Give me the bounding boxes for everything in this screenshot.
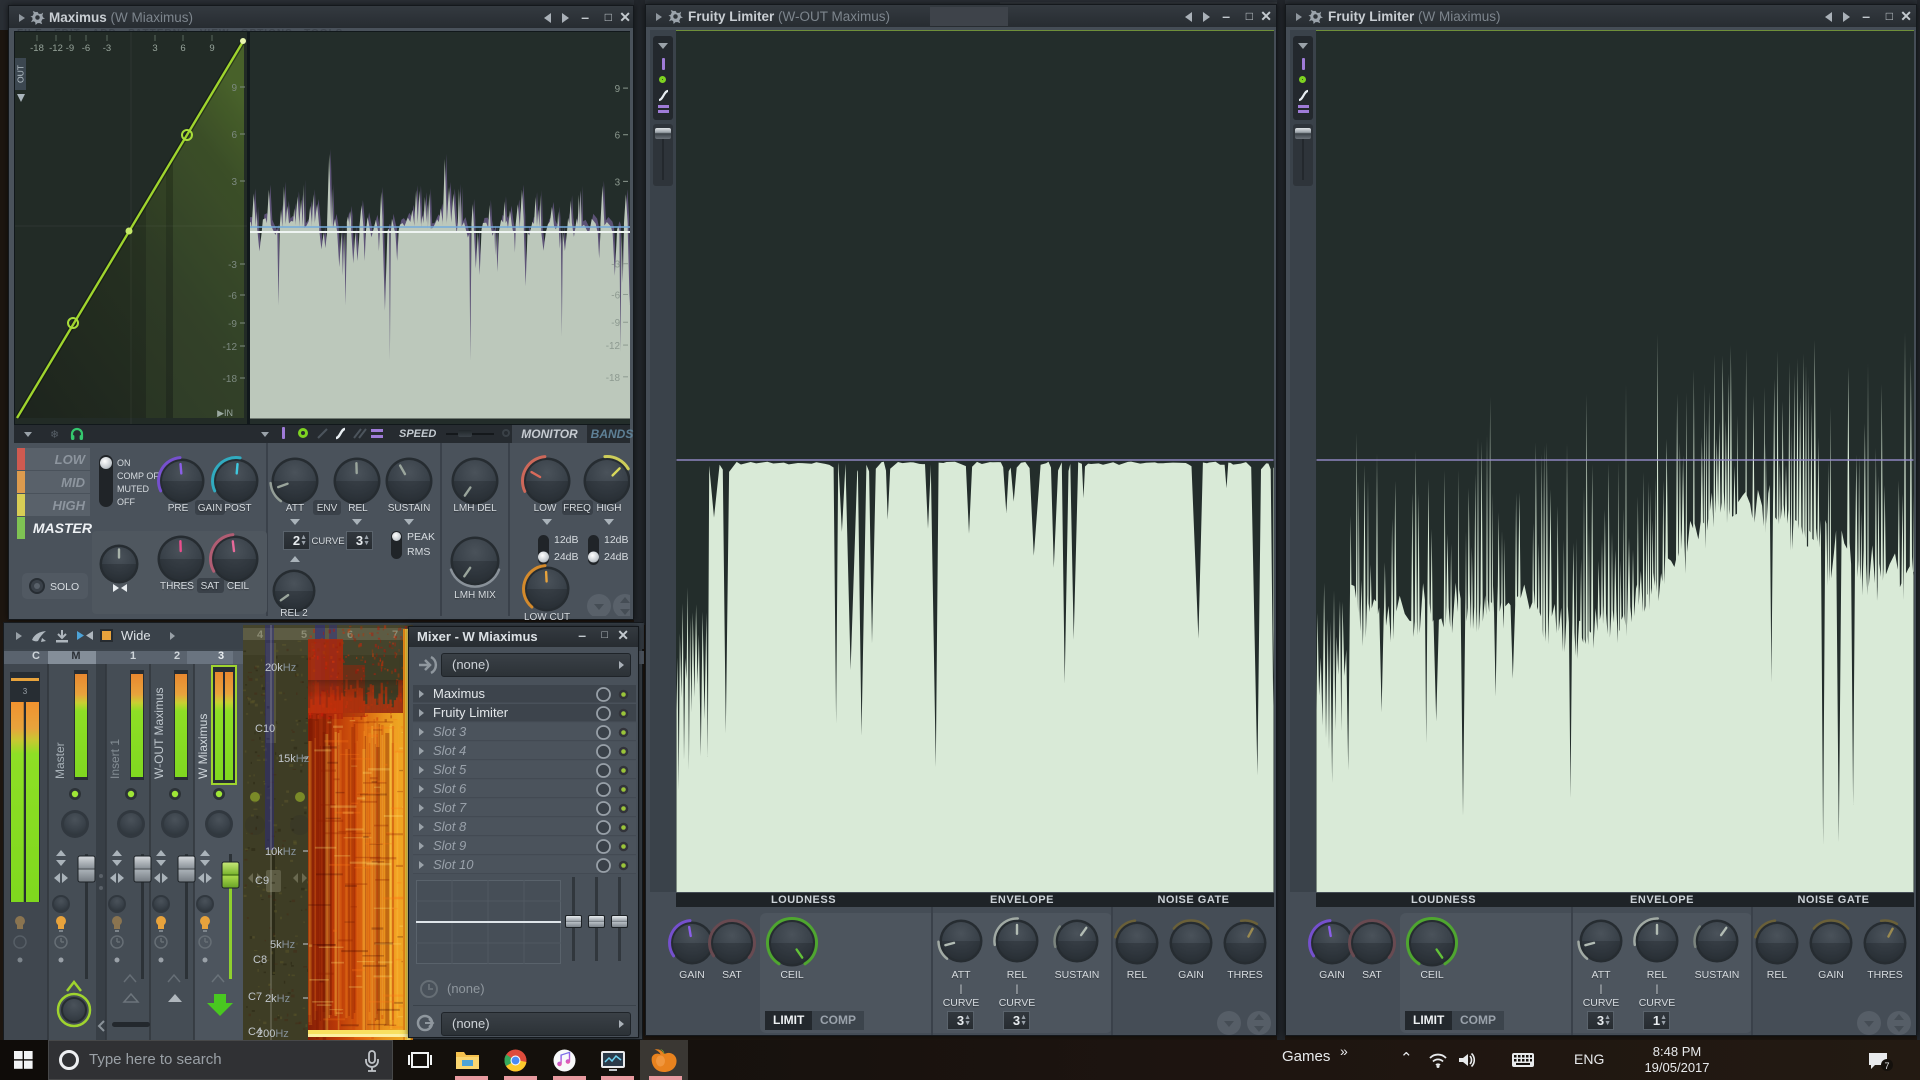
svg-text:3: 3: [615, 177, 621, 188]
svg-text:-18: -18: [223, 374, 238, 385]
svg-text:-6: -6: [611, 290, 620, 301]
svg-text:-18: -18: [30, 43, 44, 54]
svg-text:MASTER: MASTER: [33, 520, 93, 536]
svg-text:24dB: 24dB: [604, 551, 629, 563]
svg-text:9: 9: [615, 84, 621, 95]
svg-text:-6: -6: [228, 291, 237, 302]
svg-text:-12: -12: [223, 342, 238, 353]
svg-text:12dB: 12dB: [604, 534, 629, 546]
svg-text:20kHz: 20kHz: [265, 662, 296, 674]
svg-text:-3: -3: [103, 43, 111, 54]
svg-text:MUTED: MUTED: [117, 484, 149, 494]
svg-text:LOW: LOW: [55, 452, 87, 467]
svg-text:C8: C8: [253, 954, 267, 966]
svg-text:-18: -18: [606, 373, 621, 384]
svg-text:-12: -12: [606, 341, 621, 352]
svg-text:200Hz: 200Hz: [257, 1028, 289, 1040]
svg-text:-3: -3: [611, 260, 620, 271]
svg-text:9: 9: [209, 43, 214, 54]
svg-text:Insert 1: Insert 1: [108, 739, 122, 779]
svg-text:-9: -9: [228, 319, 237, 330]
svg-text:SOLO: SOLO: [50, 581, 79, 593]
svg-text:-3: -3: [228, 260, 237, 271]
svg-text:3: 3: [152, 43, 157, 54]
svg-text:6: 6: [231, 130, 237, 141]
svg-text:4: 4: [257, 629, 264, 641]
svg-text:-6: -6: [82, 43, 90, 54]
svg-text:C7: C7: [248, 991, 262, 1003]
svg-text:3: 3: [23, 687, 28, 696]
svg-text:C10: C10: [255, 723, 275, 735]
svg-text:5kHz: 5kHz: [270, 939, 295, 951]
svg-text:Master: Master: [53, 742, 67, 779]
svg-text:W-OUT Maximus: W-OUT Maximus: [152, 687, 166, 779]
svg-text:-9: -9: [66, 43, 74, 54]
svg-text:▶IN: ▶IN: [217, 408, 233, 418]
svg-text:OFF: OFF: [117, 497, 135, 507]
svg-text:HIGH: HIGH: [53, 498, 86, 513]
svg-text:9: 9: [231, 83, 237, 94]
svg-text:-9: -9: [611, 318, 620, 329]
svg-text:ON: ON: [117, 458, 131, 468]
svg-text:W Miaximus: W Miaximus: [196, 714, 210, 779]
svg-text:6: 6: [615, 131, 621, 142]
svg-text:6: 6: [180, 43, 185, 54]
svg-text:15kHz: 15kHz: [278, 753, 309, 765]
svg-text:2kHz: 2kHz: [265, 993, 290, 1005]
svg-text:C9: C9: [255, 875, 269, 887]
svg-text:10kHz: 10kHz: [265, 846, 296, 858]
svg-text:5: 5: [301, 629, 307, 641]
svg-text:24dB: 24dB: [554, 551, 579, 563]
svg-text:7: 7: [1884, 1061, 1889, 1071]
svg-text:-12: -12: [49, 43, 63, 54]
svg-text:MID: MID: [61, 475, 85, 490]
svg-text:12dB: 12dB: [554, 534, 579, 546]
svg-text:OUT: OUT: [16, 65, 26, 83]
svg-text:3: 3: [231, 177, 237, 188]
